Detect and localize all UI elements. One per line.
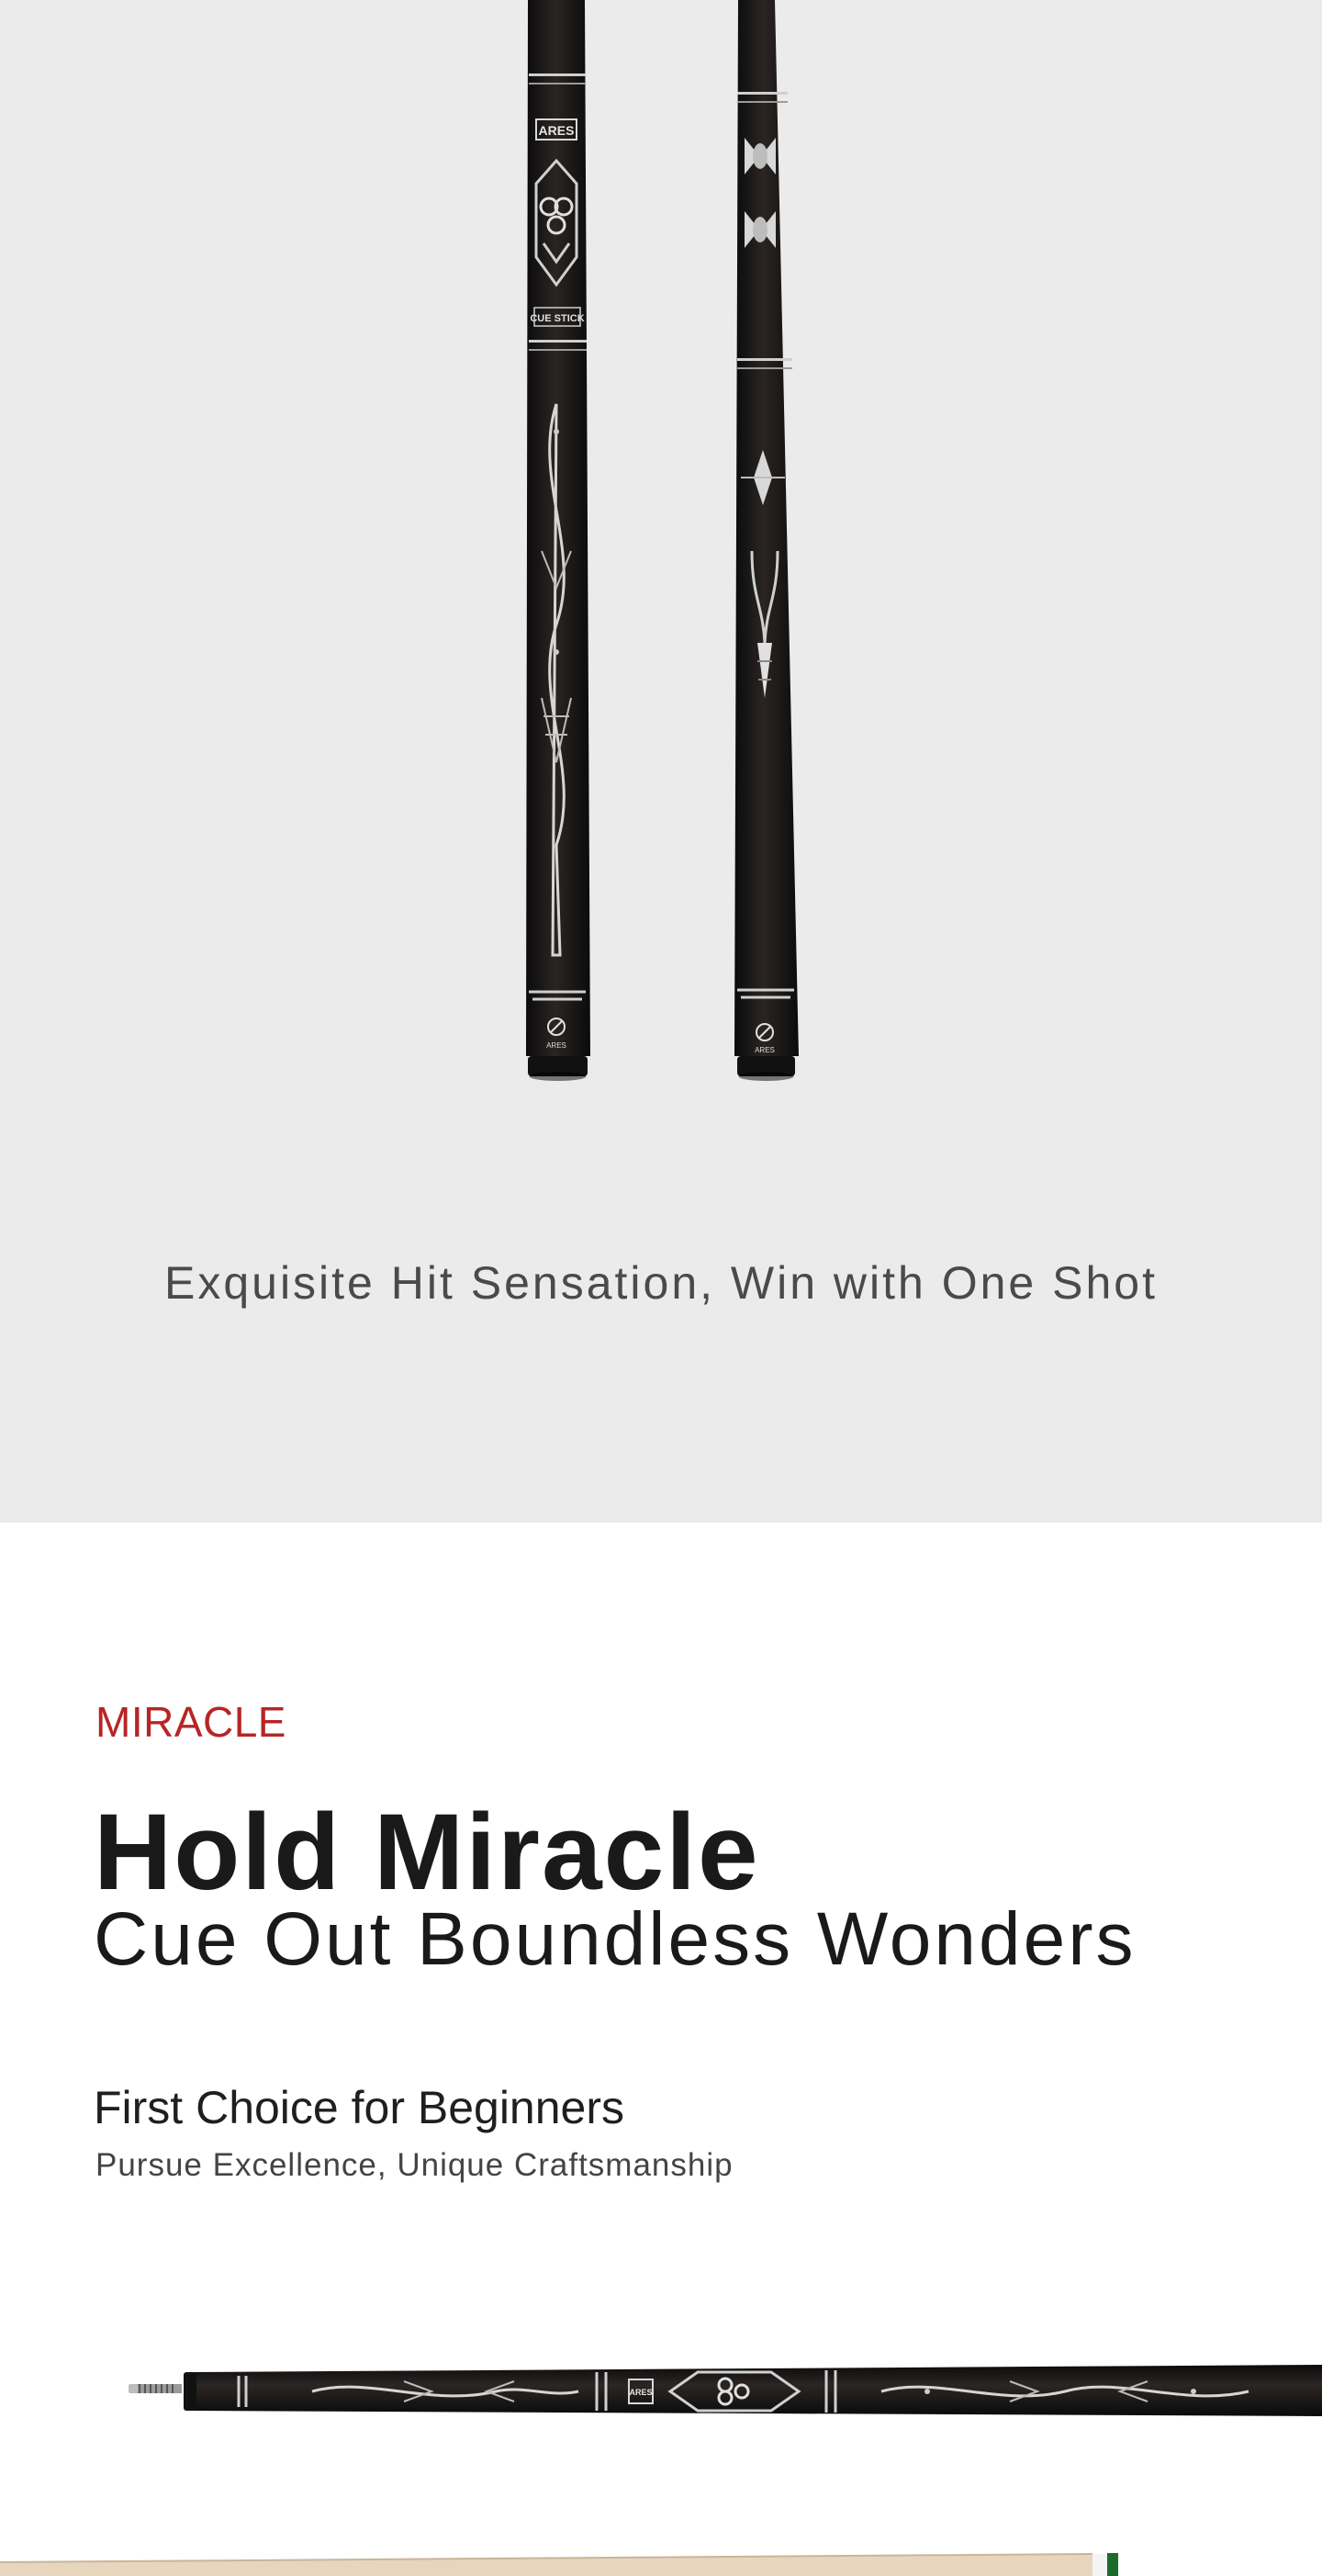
cue-brand-bottom: ARES [755,1046,775,1054]
hero-tagline: Exquisite Hit Sensation, Win with One Sh… [163,1257,1158,1309]
cue-brand-bottom: ARES [546,1041,566,1050]
hero-section: ARES CUE STICK ARES ARES Exquisite Hit S… [0,0,1322,1523]
feature-title: First Choice for Beginners [94,2082,625,2133]
feature-subtitle: Pursue Excellence, Unique Craftsmanship [95,2147,734,2183]
cue-stick-image-bottom [0,2553,1118,2576]
cue-stick-image-horizontal: ARES [129,2365,1322,2416]
cue-brand-horizontal: ARES [629,2388,652,2397]
page-headline: Hold Miracle [94,1792,760,1913]
section-eyebrow: MIRACLE [95,1698,286,1746]
cue-stick-image-right: ARES [734,0,799,1081]
cue-brand-top: ARES [539,123,575,138]
cue-label: CUE STICK [530,313,584,324]
intro-section: MIRACLE Hold Miracle Cue Out Boundless W… [0,1523,1322,2576]
page-subheadline: Cue Out Boundless Wonders [94,1897,1137,1981]
cue-stick-image-left: ARES CUE STICK ARES [526,0,590,1081]
